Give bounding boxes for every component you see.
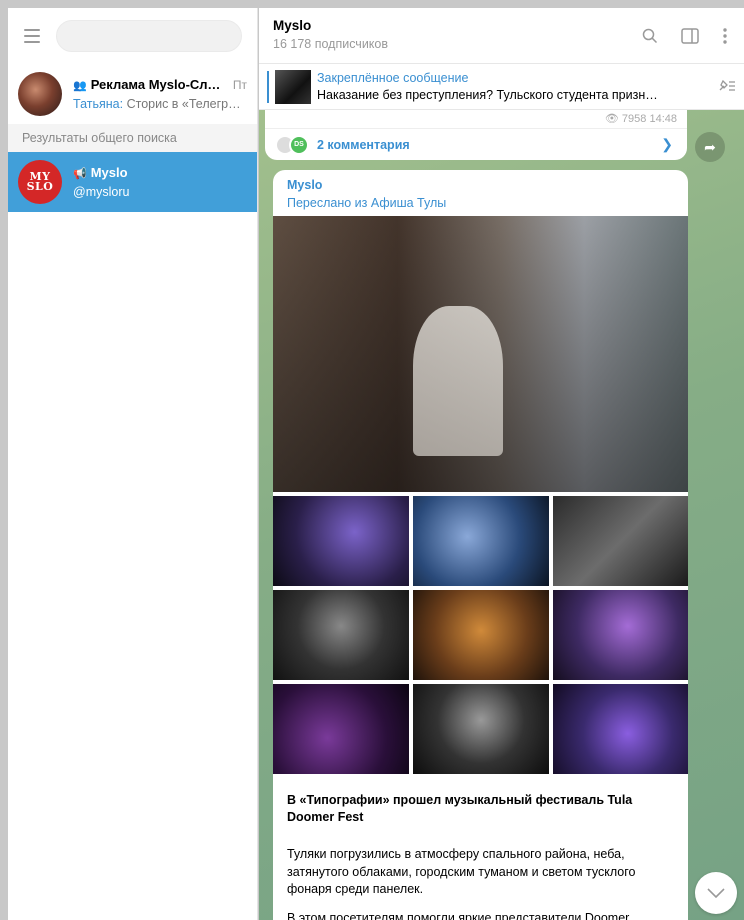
group-icon: 👥 xyxy=(73,80,87,92)
left-header xyxy=(8,8,257,64)
post-photo[interactable] xyxy=(273,496,409,586)
dialogs-panel: 👥 Реклама Myslo-Сло… Пт Татьяна: Сторис в… xyxy=(8,8,258,920)
post-headline: В «Типографии» прошел музыкальный фестив… xyxy=(287,793,633,824)
hamburger-menu-icon[interactable] xyxy=(8,12,56,60)
dialog-preview: Татьяна: Сторис в «Телегра… xyxy=(73,97,247,111)
post-photo[interactable] xyxy=(273,684,409,774)
dialog-name: 📢 Myslo xyxy=(73,165,247,180)
comments-label: 2 комментария xyxy=(317,137,410,152)
subscriber-count: 16 178 подписчиков xyxy=(273,37,389,51)
pinned-message-bar[interactable]: Закреплённое сообщение Наказание без пре… xyxy=(259,64,744,110)
pinned-thumbnail xyxy=(275,70,311,104)
avatar-text-2: SLO xyxy=(26,180,54,193)
pinned-text: Наказание без преступления? Тульского ст… xyxy=(317,88,658,102)
avatar xyxy=(18,72,62,116)
myslo-logo-avatar: MY SLO xyxy=(18,160,62,204)
channel-post: Myslo Переслано из Афиша Тулы В «Типогра… xyxy=(273,170,688,920)
chat-header: Myslo 16 178 подписчиков xyxy=(259,8,744,64)
dialog-item-reklama[interactable]: 👥 Реклама Myslo-Сло… Пт Татьяна: Сторис в… xyxy=(8,64,257,124)
views-count: 7958 xyxy=(621,113,647,125)
post-paragraph: Туляки погрузились в атмосферу спального… xyxy=(287,847,636,896)
post-photo[interactable] xyxy=(413,684,549,774)
chat-title[interactable]: Myslo xyxy=(273,18,744,33)
chevron-right-icon: ❯ xyxy=(661,136,673,152)
share-forward-icon[interactable]: ➦ xyxy=(695,132,725,162)
dialog-top: 📢 Myslo xyxy=(73,165,247,180)
commenter-avatar: DS xyxy=(289,134,309,155)
post-photo[interactable] xyxy=(553,684,688,774)
post-author[interactable]: Myslo xyxy=(287,178,322,192)
pinned-title: Закреплённое сообщение xyxy=(317,71,469,85)
channel-megaphone-icon: 📢 xyxy=(73,168,87,180)
scroll-down-icon[interactable] xyxy=(695,872,737,914)
post-photo-main[interactable] xyxy=(273,216,688,492)
dialog-name-text: Myslo xyxy=(90,165,128,180)
previous-message: 👁 7958 14:48 DS 2 комментария ❯ xyxy=(265,110,687,160)
dialog-sender: Татьяна: xyxy=(73,97,124,111)
chat-panel: Myslo 16 178 подписчиков Закреплённое со… xyxy=(259,8,744,920)
message-meta: 👁 7958 14:48 xyxy=(605,112,677,125)
forwarded-from[interactable]: Переслано из Афиша Тулы xyxy=(287,196,446,210)
pinned-indicator xyxy=(267,71,269,103)
dialog-date: Пт xyxy=(232,77,247,92)
unpin-icon[interactable] xyxy=(718,78,736,95)
dialog-top: 👥 Реклама Myslo-Сло… Пт xyxy=(73,77,247,92)
dialog-item-myslo[interactable]: MY SLO 📢 Myslo @mysloru xyxy=(8,152,257,212)
dialog-body: 👥 Реклама Myslo-Сло… Пт Татьяна: Сторис в… xyxy=(73,77,257,111)
post-paragraph: В этом посетителям помогли яркие предста… xyxy=(287,911,630,920)
search-input[interactable] xyxy=(56,20,242,52)
eye-icon: 👁 xyxy=(604,113,619,125)
post-photo[interactable] xyxy=(413,590,549,680)
post-photo[interactable] xyxy=(553,590,688,680)
comments-button[interactable]: DS 2 комментария ❯ xyxy=(265,128,687,160)
search-icon[interactable] xyxy=(639,25,661,47)
dialog-name-text: Реклама Myslo-Сло… xyxy=(90,77,227,92)
post-photo[interactable] xyxy=(273,590,409,680)
post-photo[interactable] xyxy=(553,496,688,586)
dialog-preview-text: Сторис в «Телегра… xyxy=(126,97,247,111)
message-time: 14:48 xyxy=(649,113,677,125)
global-search-label: Результаты общего поиска xyxy=(8,124,257,152)
dialog-body: 📢 Myslo @mysloru xyxy=(73,165,257,199)
sidebar-toggle-icon[interactable] xyxy=(679,25,701,47)
dialog-name: 👥 Реклама Myslo-Сло… xyxy=(73,77,227,92)
more-vertical-icon[interactable] xyxy=(714,25,736,47)
post-photo[interactable] xyxy=(413,496,549,586)
post-photo-grid xyxy=(273,496,688,774)
dialog-username: @mysloru xyxy=(73,185,130,199)
